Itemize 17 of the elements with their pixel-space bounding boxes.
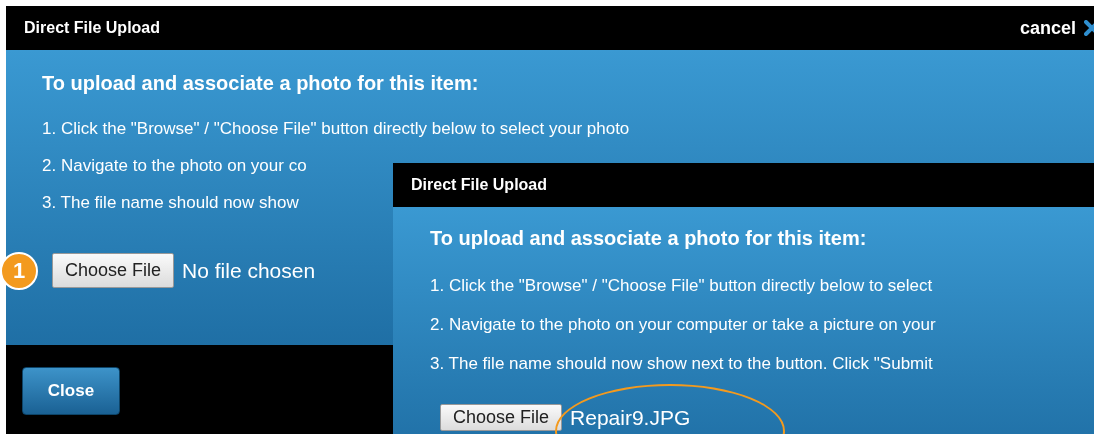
step-number-badge: 1: [0, 252, 38, 290]
file-name-text: Repair9.JPG: [570, 405, 691, 430]
instruction-text: 2. Navigate to the photo on your co: [42, 156, 307, 176]
dialog-heading: To upload and associate a photo for this item:: [42, 72, 479, 95]
dialog-heading: To upload and associate a photo for this item:: [430, 227, 867, 250]
cancel-link[interactable]: cancel: [1019, 17, 1076, 39]
instruction-text: 1. Click the "Browse" / "Choose File" button directly below to select: [430, 276, 933, 296]
choose-file-button[interactable]: Choose File: [52, 253, 175, 288]
dialog-title: Direct File Upload: [24, 19, 162, 37]
instruction-text: 2. Navigate to the photo on your computer or take a picture on your: [430, 315, 936, 335]
file-status-text: No file chosen: [182, 258, 316, 283]
instruction-text: 3. The file name should now show next to the button. Click "Submit: [430, 354, 933, 374]
instruction-text: 1. Click the "Browse" / "Choose File" button directly below to select your photo: [42, 119, 630, 139]
instruction-text: 3. The file name should now show: [42, 193, 299, 213]
dialog-title: Direct File Upload: [411, 176, 549, 194]
close-button[interactable]: Close: [22, 367, 120, 415]
choose-file-button[interactable]: Choose File: [440, 404, 563, 431]
